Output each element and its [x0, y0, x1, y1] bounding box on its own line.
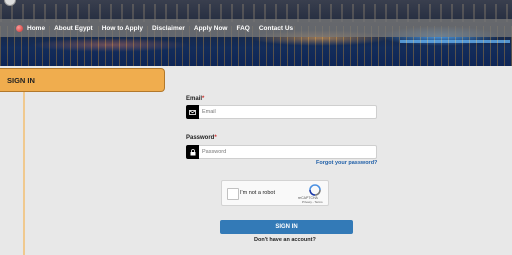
- timeline-line: [23, 92, 25, 255]
- email-label: Email*: [186, 96, 204, 102]
- email-field: Email: [186, 105, 377, 119]
- password-field: Password: [186, 145, 377, 159]
- nav-item-how-to-apply[interactable]: How to Apply: [102, 25, 143, 32]
- signin-tab: SIGN IN: [0, 68, 165, 92]
- page: Home About Egypt How to Apply Disclaimer…: [0, 0, 512, 255]
- password-label: Password*: [186, 135, 217, 141]
- recaptcha-terms[interactable]: Privacy - Terms: [302, 200, 323, 204]
- email-input[interactable]: Email: [199, 105, 377, 119]
- password-input[interactable]: Password: [199, 145, 377, 159]
- password-label-text: Password: [186, 135, 215, 141]
- recaptcha-widget: I'm not a robot reCAPTCHA Privacy - Term…: [221, 180, 329, 206]
- nav-item-apply-now[interactable]: Apply Now: [194, 25, 228, 32]
- nav-item-contact-us[interactable]: Contact Us: [259, 25, 293, 32]
- envelope-icon: [186, 105, 199, 119]
- no-account-link[interactable]: Don't have an account?: [254, 237, 316, 243]
- email-label-text: Email: [186, 96, 203, 102]
- recaptcha-logo-icon: [309, 184, 321, 196]
- signin-button[interactable]: SIGN IN: [220, 220, 353, 234]
- logo-icon[interactable]: [16, 24, 23, 32]
- recaptcha-checkbox[interactable]: [227, 188, 239, 200]
- required-mark: *: [214, 135, 217, 141]
- nav-item-home[interactable]: Home: [27, 25, 45, 32]
- lock-icon: [186, 145, 199, 159]
- nav-item-about-egypt[interactable]: About Egypt: [54, 25, 93, 32]
- signin-tab-label: SIGN IN: [7, 76, 35, 85]
- recaptcha-label: I'm not a robot: [240, 190, 275, 196]
- nav-item-disclaimer[interactable]: Disclaimer: [152, 25, 185, 32]
- main-nav: Home About Egypt How to Apply Disclaimer…: [0, 19, 512, 37]
- forgot-password-link[interactable]: Forgot your password?: [316, 160, 377, 166]
- required-mark: *: [202, 96, 205, 102]
- nav-item-faq[interactable]: FAQ: [236, 25, 249, 32]
